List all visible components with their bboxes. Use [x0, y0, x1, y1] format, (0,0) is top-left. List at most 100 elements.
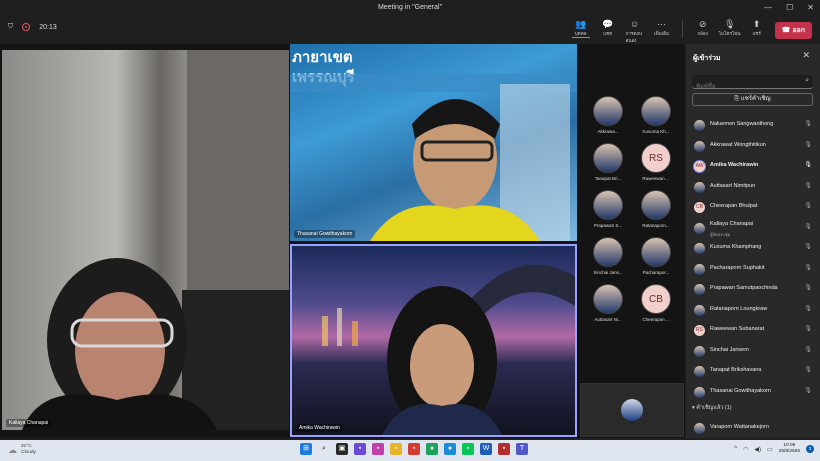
- chrome-icon[interactable]: ●: [426, 443, 438, 455]
- participant-row[interactable]: Auttasart Nimitpun 🎙: [686, 178, 820, 199]
- leave-button[interactable]: ☎ ออก: [774, 22, 812, 39]
- people-button[interactable]: 👥 บุคคล: [571, 18, 590, 38]
- pdf-icon[interactable]: ▪: [498, 443, 510, 455]
- search-input[interactable]: [692, 80, 792, 94]
- participant-row[interactable]: AW Amika Wachirawin 🎙: [686, 157, 820, 178]
- gallery-item[interactable]: Ratanaporn...: [631, 190, 681, 236]
- gallery-item[interactable]: RS Raweewan ...: [631, 143, 681, 189]
- search-icon: ⌕: [805, 77, 809, 84]
- participant-row[interactable]: RS Raweewan Subanarat 🎙: [686, 321, 820, 342]
- office-icon[interactable]: ▪: [408, 443, 420, 455]
- participant-row[interactable]: Tanapat Brikshavana 🎙: [686, 362, 820, 383]
- gallery-item[interactable]: Prapawan S...: [583, 190, 633, 236]
- share-invite-button[interactable]: ⎘ แชร์คำเชิญ: [692, 93, 813, 106]
- media-app-icon[interactable]: ▪: [372, 443, 384, 455]
- wifi-icon[interactable]: ◠: [743, 446, 748, 453]
- participant-row[interactable]: Kusuma Khamphang 🎙: [686, 239, 820, 260]
- minimize-icon[interactable]: —: [764, 0, 772, 16]
- maximize-icon[interactable]: ☐: [786, 0, 793, 16]
- self-preview-tile[interactable]: [580, 383, 684, 437]
- chat-button[interactable]: 💬 แชท: [599, 18, 617, 37]
- chevron-up-icon[interactable]: ^: [734, 446, 737, 452]
- mic-button[interactable]: 🎙 ไมโครโฟน: [719, 18, 741, 37]
- avatar: [694, 284, 705, 295]
- camera-off-icon: ⊘: [698, 19, 707, 29]
- avatar: [694, 263, 705, 275]
- avatar: AW: [694, 161, 705, 172]
- participants-panel: ผู้เข้าร่วม ✕ ⌕ ⎘ แชร์คำเชิญ Naluemon Sa…: [686, 44, 820, 438]
- gallery-item[interactable]: Tanapat Bri...: [583, 143, 633, 189]
- gallery-item[interactable]: Sinchai Jans...: [583, 237, 633, 283]
- teams-chat-icon[interactable]: ▪: [354, 443, 366, 455]
- participant-name-tag: Amika Wachirawin: [296, 424, 343, 432]
- camera-button[interactable]: ⊘ กล้อง: [694, 18, 712, 37]
- gallery-item[interactable]: Kusuma Kh...: [631, 96, 681, 142]
- people-icon: 👥: [575, 19, 587, 29]
- notification-badge[interactable]: 3: [806, 445, 814, 453]
- chevron-down-icon: ▾: [692, 405, 695, 411]
- clock[interactable]: 10:09 25/8/2565: [779, 443, 800, 455]
- participant-row[interactable]: Sinchai Jansem 🎙: [686, 342, 820, 363]
- share-screen-icon: ⬆: [752, 19, 761, 29]
- participant-row[interactable]: Pacharaporn Suphakit 🎙: [686, 260, 820, 281]
- gallery-item[interactable]: Auttasart Ni...: [583, 284, 633, 330]
- participant-video: [290, 74, 577, 241]
- participant-row[interactable]: Ratanaporn Loungkraw 🎙: [686, 301, 820, 322]
- gallery-item[interactable]: CB Cheerapan ...: [631, 284, 681, 330]
- participant-gallery: Akkrawa... Kusuma Kh... Tanapat Bri... R…: [580, 44, 684, 438]
- close-icon[interactable]: ✕: [807, 0, 814, 16]
- toolbar-divider: [681, 20, 683, 38]
- taskbar: ☁ 31°C Cloudy ⊞ ⌕ ▣ ▪ ▪ ▪ ▪ ● ● ▪ W ▪ T …: [0, 440, 820, 461]
- participant-list: Naluemon Sangwanthong 🎙 Akkrawat Wongthit…: [686, 116, 820, 403]
- mic-off-icon: 🎙: [804, 182, 812, 189]
- shield-icon: ⛉: [8, 23, 14, 30]
- more-button[interactable]: ⋯ เพิ่มเติม: [653, 18, 671, 37]
- mic-off-icon: 🎙: [804, 141, 812, 148]
- edge-icon[interactable]: ●: [444, 443, 456, 455]
- share-icon: ⎘: [734, 96, 740, 102]
- avatar: [641, 237, 671, 267]
- video-tile-thasanai[interactable]: ภายาเขต เพรรณบุรี Thasanai Gowithayakorn: [290, 44, 577, 241]
- participant-row[interactable]: Prapawan Samutpaochinda 🎙: [686, 280, 820, 301]
- gallery-item[interactable]: Pacharapor...: [631, 237, 681, 283]
- share-button[interactable]: ⬆ แชร์: [748, 18, 766, 37]
- mic-off-icon: 🎙: [804, 223, 812, 230]
- battery-icon[interactable]: ▭: [767, 446, 773, 453]
- reactions-button[interactable]: ☺ การตอบสนอง: [626, 18, 644, 44]
- avatar: [621, 399, 643, 421]
- participant-row[interactable]: Naluemon Sangwanthong 🎙: [686, 116, 820, 137]
- avatar: [593, 190, 623, 220]
- participant-name-tag: Kallaya Chanapai: [6, 419, 52, 427]
- mic-off-icon: 🎙: [804, 387, 812, 394]
- video-tile-kallaya[interactable]: Kallaya Chanapai: [2, 50, 289, 430]
- avatar: CB: [694, 202, 705, 213]
- avatar: [694, 140, 705, 152]
- participant-row[interactable]: Kallaya Chanapai ผู้จัดประชุม 🎙: [686, 219, 820, 240]
- participant-row[interactable]: Varaporn Wattanakejorn: [686, 419, 820, 439]
- participant-video: [322, 264, 575, 435]
- mic-off-icon: 🎙: [804, 203, 812, 209]
- participant-row[interactable]: CB Cheerapan Bhulpat 🎙: [686, 198, 820, 219]
- video-tile-amika[interactable]: Amika Wachirawin: [290, 244, 577, 437]
- close-icon[interactable]: ✕: [802, 50, 810, 61]
- avatar: [694, 386, 705, 398]
- word-icon[interactable]: W: [480, 443, 492, 455]
- search-icon[interactable]: ⌕: [318, 443, 330, 455]
- file-explorer-icon[interactable]: ▪: [390, 443, 402, 455]
- task-view-icon[interactable]: ▣: [336, 443, 348, 455]
- teams-icon[interactable]: T: [516, 443, 528, 455]
- volume-icon[interactable]: ◀): [754, 446, 761, 453]
- meeting-timer: 20:13: [39, 23, 57, 31]
- window-titlebar: Meeting in "General" — ☐ ✕: [0, 0, 820, 16]
- gallery-item[interactable]: Akkrawa...: [583, 96, 633, 142]
- participant-row[interactable]: Thasanai Gowithayakorn 🎙: [686, 383, 820, 404]
- participant-row[interactable]: Akkrawat Wongthitikun 🎙: [686, 137, 820, 158]
- avatar: CB: [641, 284, 671, 314]
- avatar: [641, 96, 671, 126]
- weather-widget[interactable]: ☁ 31°C Cloudy: [8, 444, 36, 456]
- invited-group-header[interactable]: ▾ คำเชิญแล้ว (1): [686, 404, 732, 412]
- line-icon[interactable]: ▪: [462, 443, 474, 455]
- start-icon[interactable]: ⊞: [300, 443, 312, 455]
- search-box[interactable]: ⌕: [692, 75, 813, 94]
- avatar: [694, 120, 705, 131]
